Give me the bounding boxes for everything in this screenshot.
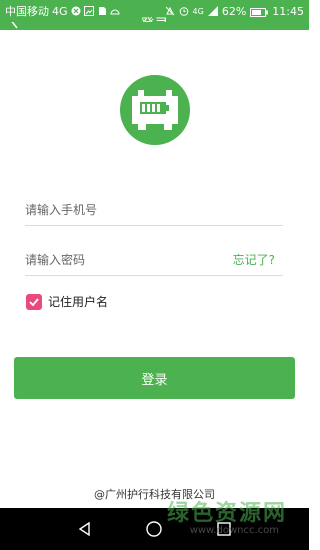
remember-label: 记住用户名	[48, 295, 109, 309]
remember-username[interactable]: 记住用户名	[26, 293, 108, 310]
checkmark-icon	[29, 297, 39, 306]
app-logo	[120, 75, 190, 145]
login-button[interactable]: 登录	[14, 357, 295, 399]
back-arrow-icon[interactable]	[9, 22, 19, 29]
phone-input[interactable]	[25, 196, 215, 224]
watermark: 绿色资源网	[166, 501, 287, 526]
back-triangle-icon[interactable]	[76, 520, 94, 538]
password-field: 忘记了?	[25, 246, 283, 276]
remember-checkbox[interactable]	[26, 293, 42, 310]
password-input[interactable]	[25, 246, 215, 274]
home-circle-icon[interactable]	[145, 520, 163, 538]
battery-station-icon	[132, 90, 178, 130]
forgot-password-link[interactable]: 忘记了?	[233, 251, 275, 268]
watermark-url: www.downcc.com	[189, 525, 279, 536]
phone-field	[25, 196, 283, 226]
header-strip	[0, 22, 309, 30]
